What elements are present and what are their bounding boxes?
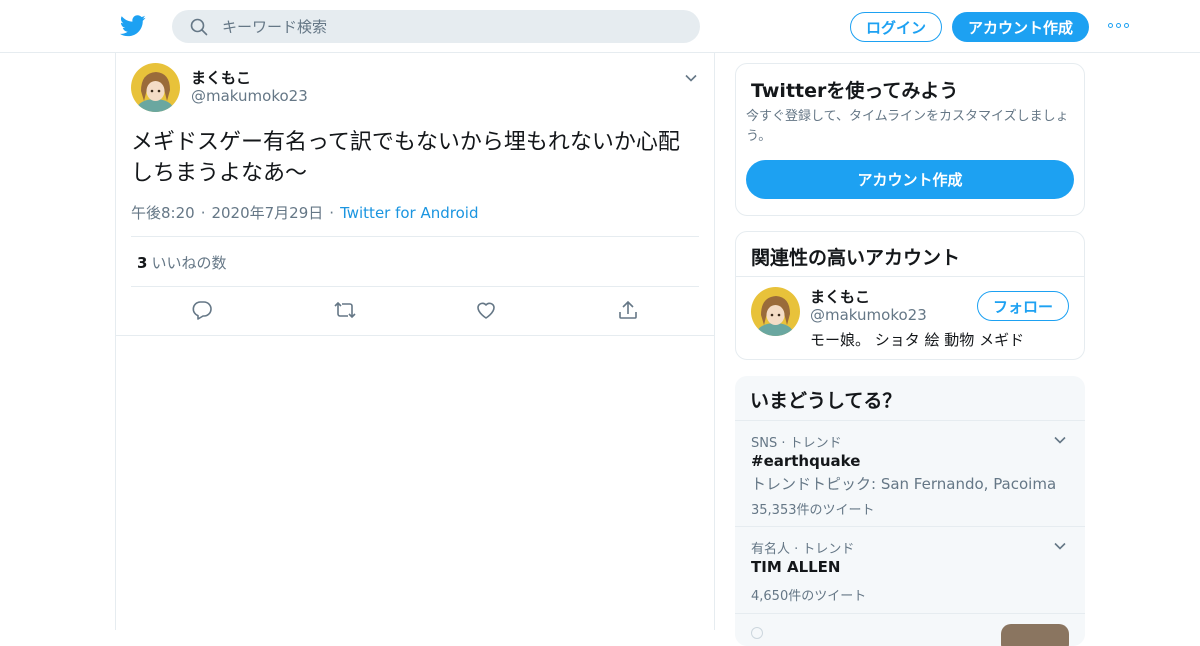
search-box bbox=[172, 10, 700, 43]
tweet-text: メギドスゲー有名って訳でもないから埋もれないか心配しちまうよなあ～ bbox=[131, 130, 680, 186]
related-account-avatar[interactable] bbox=[751, 287, 800, 336]
like-count: 3 bbox=[137, 254, 148, 272]
follow-button[interactable]: フォロー bbox=[977, 291, 1069, 321]
signup-card-title: Twitterを使ってみよう bbox=[751, 80, 959, 102]
tweet-metadata: 午後8:20 · 2020年7月29日 · Twitter for Androi… bbox=[131, 202, 479, 223]
search-icon bbox=[190, 18, 208, 36]
related-account-name[interactable]: まくもこ bbox=[810, 286, 870, 307]
signup-button[interactable]: アカウント作成 bbox=[952, 12, 1089, 42]
trend-item[interactable]: 有名人 · トレンド TIM ALLEN 4,650件のツイート bbox=[735, 526, 1085, 613]
trend-context-icon bbox=[751, 627, 763, 639]
login-button[interactable]: ログイン bbox=[850, 12, 942, 42]
related-accounts-title: 関連性の高いアカウント bbox=[751, 247, 961, 269]
top-navigation-bar: ログイン アカウント作成 bbox=[0, 0, 1200, 53]
trend-tweet-count: 4,650件のツイート bbox=[751, 589, 867, 604]
author-handle[interactable]: @makumoko23 bbox=[191, 87, 308, 105]
chevron-down-icon[interactable] bbox=[684, 71, 698, 85]
trend-thumbnail[interactable] bbox=[1001, 624, 1069, 646]
trends-title: いまどうしてる？ bbox=[750, 390, 902, 412]
tweet-time[interactable]: 午後8:20 bbox=[131, 202, 195, 223]
trends-card: いまどうしてる？ SNS · トレンド #earthquake トレンドトピック… bbox=[735, 376, 1085, 646]
trend-name: TIM ALLEN bbox=[751, 558, 841, 576]
related-account-handle[interactable]: @makumoko23 bbox=[810, 306, 927, 324]
divider bbox=[131, 286, 699, 287]
more-dots-icon[interactable] bbox=[1108, 23, 1129, 28]
trend-context: SNS · トレンド bbox=[751, 436, 842, 451]
trend-context: 有名人 · トレンド bbox=[751, 542, 855, 557]
divider bbox=[131, 236, 699, 237]
trend-tweet-count: 35,353件のツイート bbox=[751, 503, 875, 518]
tweet-column: まくもこ @makumoko23 メギドスゲー有名って訳でもないから埋もれないか… bbox=[115, 53, 715, 630]
tweet-card: まくもこ @makumoko23 メギドスゲー有名って訳でもないから埋もれないか… bbox=[116, 53, 714, 336]
tweet-source-link[interactable]: Twitter for Android bbox=[340, 204, 478, 222]
related-accounts-card: 関連性の高いアカウント まくもこ @makumoko23 モー娘。 ショタ 絵 … bbox=[735, 231, 1085, 360]
separator-dot: · bbox=[200, 203, 206, 222]
share-icon[interactable] bbox=[617, 299, 641, 323]
author-avatar[interactable] bbox=[131, 63, 180, 112]
trend-subtitle: トレンドトピック: San Fernando, Pacoima bbox=[751, 475, 1057, 493]
tweet-date[interactable]: 2020年7月29日 bbox=[211, 202, 323, 223]
separator-dot: · bbox=[329, 203, 335, 222]
chevron-down-icon[interactable] bbox=[1053, 539, 1067, 553]
signup-card-description: 今すぐ登録して、タイムラインをカスタマイズしましょう。 bbox=[746, 109, 1069, 144]
trend-item[interactable]: SNS · トレンド #earthquake トレンドトピック: San Fer… bbox=[735, 420, 1085, 526]
twitter-bird-icon[interactable] bbox=[120, 14, 146, 38]
retweet-icon[interactable] bbox=[333, 299, 357, 323]
author-name[interactable]: まくもこ bbox=[191, 67, 251, 88]
search-input[interactable] bbox=[222, 10, 682, 43]
divider bbox=[736, 276, 1084, 277]
trend-name: #earthquake bbox=[751, 452, 861, 470]
reply-icon[interactable] bbox=[191, 299, 215, 323]
signup-card-button[interactable]: アカウント作成 bbox=[746, 160, 1074, 199]
like-count-label: いいねの数 bbox=[151, 254, 227, 272]
related-account-bio: モー娘。 ショタ 絵 動物 メギド bbox=[810, 331, 1025, 349]
like-count-row[interactable]: 3 いいねの数 bbox=[137, 252, 226, 273]
like-icon[interactable] bbox=[475, 299, 499, 323]
chevron-down-icon[interactable] bbox=[1053, 433, 1067, 447]
signup-card: Twitterを使ってみよう 今すぐ登録して、タイムラインをカスタマイズしましょ… bbox=[735, 63, 1085, 216]
